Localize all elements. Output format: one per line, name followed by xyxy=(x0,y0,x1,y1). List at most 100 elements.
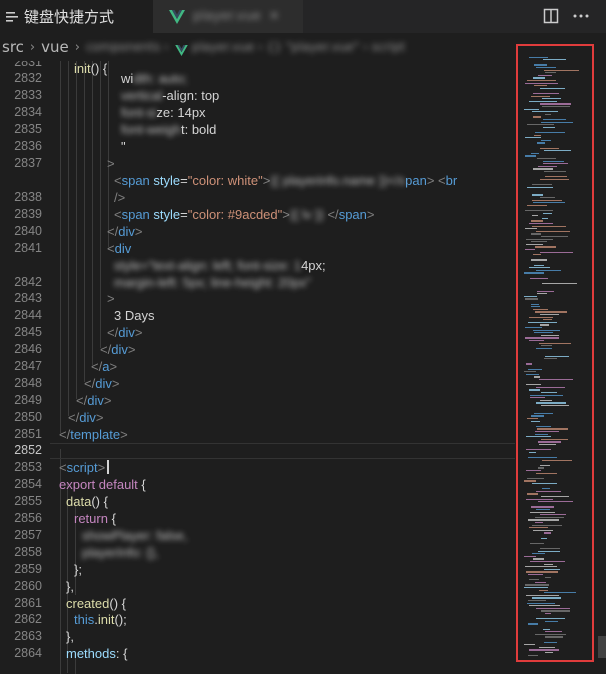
code-line[interactable]: </div> xyxy=(107,224,142,239)
chevron-right-icon: › xyxy=(74,39,80,55)
code-token: -align: top xyxy=(162,88,220,103)
code-line[interactable]: margin-left: 5px; line-height: 20px" xyxy=(114,275,311,290)
code-token: div xyxy=(95,376,112,391)
code-token: this xyxy=(74,612,95,627)
more-actions-icon[interactable] xyxy=(570,6,592,26)
code-token: < xyxy=(59,460,67,475)
code-token: div xyxy=(118,224,135,239)
code-line[interactable]: " xyxy=(121,139,126,154)
code-token: return xyxy=(74,511,108,526)
code-token: </ xyxy=(107,224,119,239)
line-number: 2856 xyxy=(14,511,42,525)
code-line[interactable]: return { xyxy=(74,511,116,526)
code-line[interactable]: 3 Days xyxy=(114,308,154,323)
line-number: 2848 xyxy=(14,376,42,390)
code-line[interactable]: vertical-align: top xyxy=(121,88,219,103)
split-editor-icon[interactable] xyxy=(540,6,562,26)
code-token: margin-left: 5px; line-height: 20px" xyxy=(114,275,311,290)
indent-guide xyxy=(92,61,93,365)
code-token: export xyxy=(59,477,96,492)
code-token: > xyxy=(282,207,290,222)
line-number: 2833 xyxy=(14,88,42,102)
breadcrumb-item[interactable]: src xyxy=(2,38,24,56)
list-icon xyxy=(6,11,18,23)
code-token: /> xyxy=(114,190,126,205)
code-token: > xyxy=(107,291,115,306)
breadcrumb-item[interactable]: vue xyxy=(41,38,69,56)
line-number: 2842 xyxy=(14,275,42,289)
code-token: ze: 14px xyxy=(156,105,206,120)
code-token: > xyxy=(366,207,375,222)
code-token: </ xyxy=(100,342,112,357)
code-token: div xyxy=(118,325,135,340)
tab-keyboard-shortcuts[interactable]: 键盘快捷方式 xyxy=(0,0,153,33)
code-token: style xyxy=(153,207,181,222)
code-line[interactable]: }, xyxy=(66,579,74,594)
code-token: < xyxy=(114,173,122,188)
code-token: > xyxy=(107,156,115,171)
code-token: data xyxy=(66,494,92,509)
code-line[interactable]: <span style="color: white">{{ playerinfo… xyxy=(114,173,457,188)
code-line[interactable]: <script> xyxy=(59,460,110,475)
code-line[interactable]: data() { xyxy=(66,494,108,509)
code-line[interactable]: }; xyxy=(74,562,82,577)
code-token: font-weigh xyxy=(121,122,181,137)
tab-player-vue[interactable]: player.vue ✕ xyxy=(153,0,303,33)
code-token: methods xyxy=(66,646,116,661)
line-number: 2836 xyxy=(14,139,42,153)
line-number: 2838 xyxy=(14,190,42,204)
code-line[interactable]: font-size: 14px xyxy=(121,105,206,120)
code-token: showPlayer: false, xyxy=(82,528,188,543)
breadcrumb-item[interactable]: components › xyxy=(86,40,169,54)
code-line[interactable]: <div xyxy=(107,241,131,256)
tab-bar: 键盘快捷方式 player.vue ✕ xyxy=(0,0,606,33)
code-token: 4px; xyxy=(301,258,326,273)
code-line[interactable]: > xyxy=(107,291,115,306)
code-token: }, xyxy=(66,579,74,594)
code-line[interactable]: </div> xyxy=(84,376,119,391)
code-line[interactable]: /> xyxy=(114,190,125,205)
code-line[interactable]: > xyxy=(107,156,115,171)
close-icon[interactable]: ✕ xyxy=(269,9,280,24)
code-line[interactable]: <span style="color: #9acded">{{ lv }} </… xyxy=(114,207,374,222)
code-line[interactable]: </a> xyxy=(91,359,117,374)
code-token: 3 Days xyxy=(114,308,155,323)
code-line[interactable]: showPlayer: false, xyxy=(82,528,188,543)
code-token: "color: white" xyxy=(187,173,263,188)
line-number: 2861 xyxy=(14,596,42,610)
code-line[interactable]: methods: { xyxy=(66,646,127,661)
code-token: () { xyxy=(109,596,126,611)
code-line[interactable]: this.init(); xyxy=(74,612,127,627)
code-token: div xyxy=(79,410,96,425)
code-token: () { xyxy=(91,494,108,509)
scrollbar-thumb[interactable] xyxy=(598,636,606,658)
line-number: 2860 xyxy=(14,579,42,593)
indent-guide xyxy=(108,61,109,247)
code-line[interactable]: </div> xyxy=(100,342,135,357)
code-line[interactable]: font-weight: bold xyxy=(121,122,216,137)
code-line[interactable]: width: auto; xyxy=(121,71,188,86)
code-token: > xyxy=(97,460,106,475)
code-line[interactable]: export default { xyxy=(59,477,146,492)
breadcrumb-item[interactable]: player.vue › {} "player.vue" › script xyxy=(192,40,405,54)
code-token: init xyxy=(97,612,115,627)
line-number: 2839 xyxy=(14,207,42,221)
code-token: = xyxy=(180,173,188,188)
line-number: 2845 xyxy=(14,325,42,339)
code-line[interactable]: </div> xyxy=(107,325,142,340)
vue-icon xyxy=(174,42,188,56)
code-line[interactable]: created() { xyxy=(66,596,126,611)
code-line[interactable]: }, xyxy=(66,629,74,644)
code-line[interactable]: </div> xyxy=(68,410,103,425)
code-token: > xyxy=(95,410,104,425)
code-line[interactable]: </div> xyxy=(76,393,111,408)
code-token: </ xyxy=(84,376,96,391)
line-number: 2853 xyxy=(14,460,42,474)
code-token: : { xyxy=(115,646,128,661)
code-token: div xyxy=(111,342,128,357)
code-line[interactable]: init() { xyxy=(74,61,107,76)
code-line[interactable]: style="text-align: left; font-size: 14px… xyxy=(114,258,326,273)
code-line[interactable]: </template> xyxy=(59,427,128,442)
line-number: 2835 xyxy=(14,122,42,136)
code-line[interactable]: playerInfo: {}, xyxy=(82,545,159,560)
